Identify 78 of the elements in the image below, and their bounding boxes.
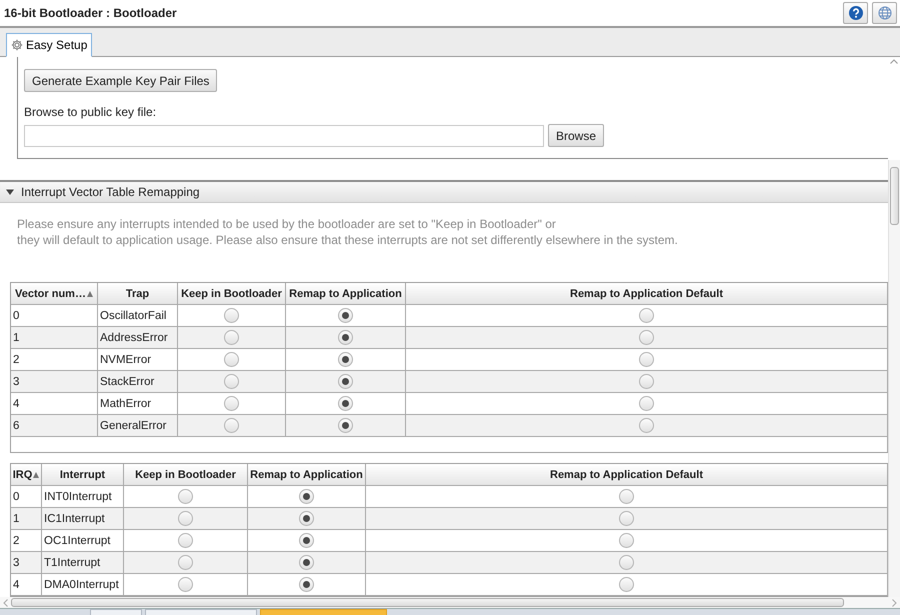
- globe-button[interactable]: [872, 2, 897, 24]
- window-title: 16-bit Bootloader : Bootloader: [4, 6, 178, 20]
- radio-button[interactable]: [299, 511, 314, 526]
- radio-button[interactable]: [224, 374, 239, 389]
- radio-button[interactable]: [619, 489, 634, 504]
- help-icon: [848, 6, 862, 20]
- scroll-left-icon[interactable]: [3, 598, 8, 606]
- table-cell: DMA0Interrupt: [42, 574, 124, 596]
- window-tab[interactable]: [260, 609, 387, 615]
- table-cell: AddressError: [98, 327, 178, 349]
- generate-keys-button[interactable]: Generate Example Key Pair Files: [24, 69, 218, 92]
- radio-button[interactable]: [639, 374, 654, 389]
- radio-button[interactable]: [338, 374, 353, 389]
- table-cell: 6: [11, 415, 98, 437]
- radio-button[interactable]: [639, 396, 654, 411]
- table-cell: 3: [11, 552, 42, 574]
- radio-button[interactable]: [299, 555, 314, 570]
- table-cell: 3: [11, 371, 98, 393]
- radio-button[interactable]: [619, 577, 634, 592]
- description-text: Please ensure any interrupts intended to be used by the bootloader are set to "Keep in Bootloader" or: [17, 216, 557, 232]
- column-header[interactable]: Interrupt: [42, 464, 124, 486]
- help-button[interactable]: [843, 2, 868, 24]
- column-header[interactable]: IRQ: [12, 468, 32, 480]
- radio-button[interactable]: [338, 330, 353, 345]
- column-header[interactable]: Remap to Application: [286, 283, 406, 305]
- radio-button[interactable]: [619, 511, 634, 526]
- column-header[interactable]: Remap to Application Default: [406, 283, 888, 305]
- radio-button[interactable]: [299, 533, 314, 548]
- radio-button[interactable]: [224, 308, 239, 323]
- window-tab[interactable]: [90, 609, 142, 615]
- radio-button[interactable]: [299, 489, 314, 504]
- table-cell: StackError: [98, 371, 178, 393]
- radio-button[interactable]: [224, 352, 239, 367]
- radio-button[interactable]: [619, 533, 634, 548]
- table-cell: IC1Interrupt: [42, 508, 124, 530]
- scrollbar-thumb[interactable]: [11, 598, 844, 607]
- radio-button[interactable]: [178, 577, 193, 592]
- column-header[interactable]: Trap: [98, 283, 178, 305]
- gear-icon: [11, 39, 23, 51]
- collapse-triangle-icon[interactable]: [5, 188, 15, 196]
- table-cell: T1Interrupt: [42, 552, 124, 574]
- column-header[interactable]: Remap to Application: [248, 464, 366, 486]
- table-cell: 1: [11, 327, 98, 349]
- window-tab[interactable]: [145, 609, 257, 615]
- radio-button[interactable]: [178, 533, 193, 548]
- radio-button[interactable]: [224, 330, 239, 345]
- radio-button[interactable]: [639, 330, 654, 345]
- description-text: they will default to application usage. Please also ensure that these interrupts are not set differently elsewhere in the system.: [17, 232, 679, 248]
- radio-button[interactable]: [338, 308, 353, 323]
- radio-button[interactable]: [178, 511, 193, 526]
- scroll-up-icon[interactable]: [890, 59, 898, 64]
- section-title[interactable]: Interrupt Vector Table Remapping: [21, 185, 200, 199]
- radio-button[interactable]: [639, 418, 654, 433]
- radio-button[interactable]: [639, 352, 654, 367]
- column-header[interactable]: Keep in Bootloader: [124, 464, 248, 486]
- radio-button[interactable]: [338, 418, 353, 433]
- radio-button[interactable]: [338, 352, 353, 367]
- radio-button[interactable]: [224, 418, 239, 433]
- radio-button[interactable]: [338, 396, 353, 411]
- radio-button[interactable]: [224, 396, 239, 411]
- public-key-field[interactable]: [24, 124, 544, 146]
- radio-button[interactable]: [299, 577, 314, 592]
- browse-button[interactable]: Browse: [548, 124, 604, 147]
- radio-button[interactable]: [178, 489, 193, 504]
- browse-label: Browse to public key file:: [24, 105, 158, 119]
- radio-button[interactable]: [639, 308, 654, 323]
- column-header[interactable]: Remap to Application Default: [366, 464, 888, 486]
- table-cell: 4: [11, 574, 42, 596]
- column-header[interactable]: Keep in Bootloader: [178, 283, 286, 305]
- scroll-right-icon[interactable]: [892, 598, 897, 606]
- radio-button[interactable]: [619, 555, 634, 570]
- table-cell: 1: [11, 508, 42, 530]
- scrollbar-thumb[interactable]: [890, 167, 899, 225]
- table-cell: GeneralError: [98, 415, 178, 437]
- radio-button[interactable]: [178, 555, 193, 570]
- globe-icon: [878, 6, 892, 20]
- setup-tab[interactable]: Easy Setup: [6, 33, 92, 57]
- column-header[interactable]: Vector num…: [15, 288, 86, 300]
